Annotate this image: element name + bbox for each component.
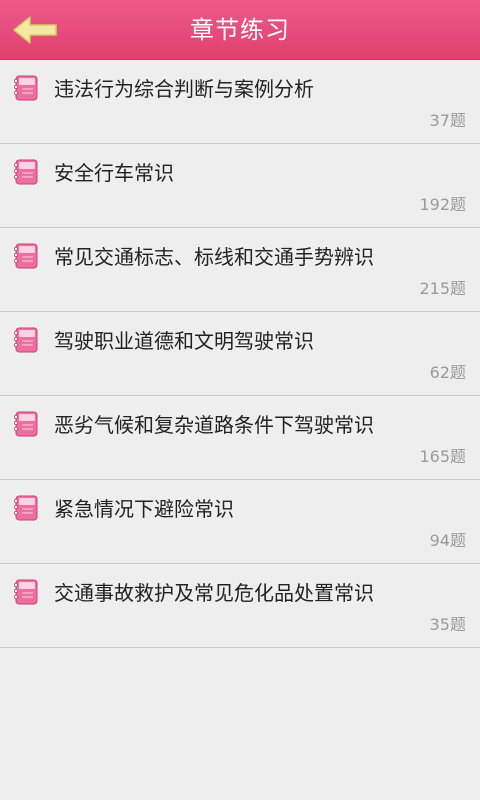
notebook-icon [13,495,38,521]
chapter-row-5[interactable]: 恶劣气候和复杂道路条件下驾驶常识 165题 [0,396,480,480]
chapter-row-6[interactable]: 紧急情况下避险常识 94题 [0,480,480,564]
chapter-row-3[interactable]: 常见交通标志、标线和交通手势辨识 215题 [0,228,480,312]
chapter-title: 驾驶职业道德和文明驾驶常识 [54,329,314,353]
chapter-row-1[interactable]: 违法行为综合判断与案例分析 37题 [0,60,480,144]
chapter-title: 安全行车常识 [54,161,174,185]
notebook-icon [13,411,38,437]
question-count: 94题 [429,531,466,550]
question-count: 192题 [419,195,466,214]
question-count: 35题 [429,615,466,634]
chapter-row-7[interactable]: 交通事故救护及常见危化品处置常识 35题 [0,564,480,648]
chapter-title: 交通事故救护及常见危化品处置常识 [54,581,374,605]
chapter-title: 紧急情况下避险常识 [54,497,234,521]
notebook-icon [13,159,38,185]
chapter-title: 恶劣气候和复杂道路条件下驾驶常识 [54,413,374,437]
chapter-title: 常见交通标志、标线和交通手势辨识 [54,245,374,269]
page-title: 章节练习 [190,16,290,44]
notebook-icon [13,243,38,269]
question-count: 165题 [419,447,466,466]
question-count: 215题 [419,279,466,298]
notebook-icon [13,75,38,101]
notebook-icon [13,327,38,353]
chapter-row-4[interactable]: 驾驶职业道德和文明驾驶常识 62题 [0,312,480,396]
notebook-icon [13,579,38,605]
question-count: 62题 [429,363,466,382]
chapter-row-2[interactable]: 安全行车常识 192题 [0,144,480,228]
chapter-title: 违法行为综合判断与案例分析 [54,77,314,101]
question-count: 37题 [429,111,466,130]
chapter-list: 违法行为综合判断与案例分析 37题 安全行车常识 192题 常见交通标志、标线和… [0,60,480,648]
header-bar: 章节练习 [0,0,480,60]
